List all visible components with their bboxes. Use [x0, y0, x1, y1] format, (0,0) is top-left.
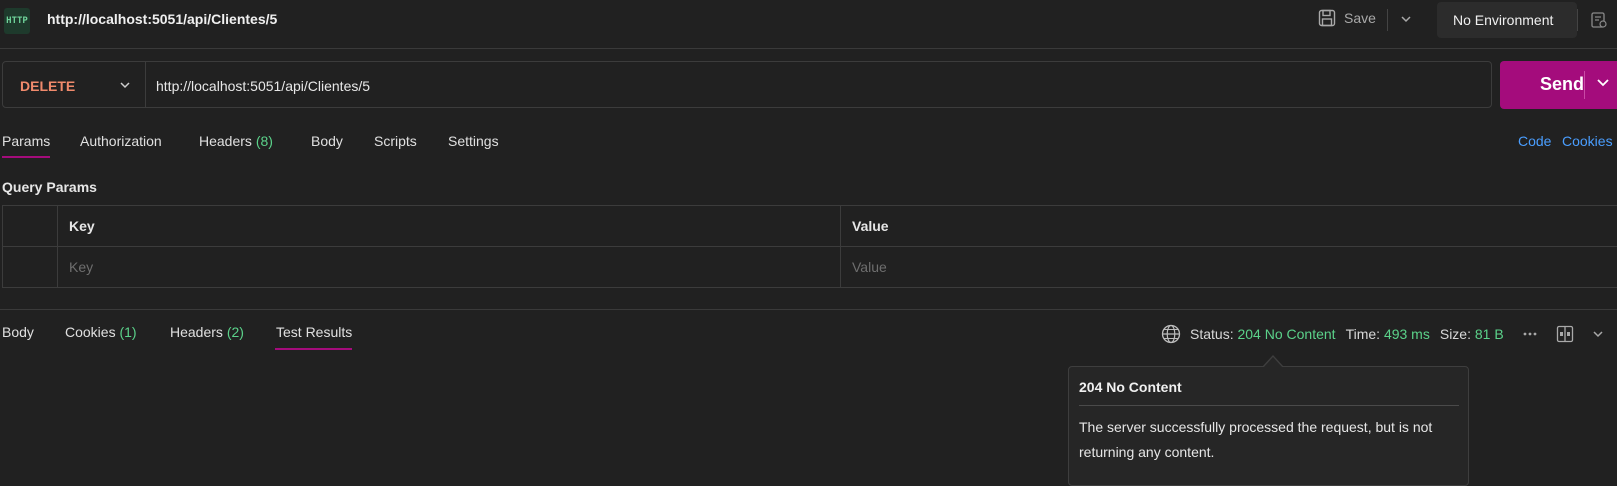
header-divider [0, 48, 1617, 49]
tab-scripts[interactable]: Scripts [374, 133, 417, 149]
url-input[interactable]: http://localhost:5051/api/Clientes/5 [156, 78, 370, 94]
active-response-tab-indicator [275, 348, 352, 350]
table-divider [2, 246, 1617, 247]
http-request-icon: HTTP [4, 8, 30, 34]
query-params-title: Query Params [2, 179, 97, 195]
save-button[interactable]: Save [1318, 9, 1376, 27]
response-tab-test-results[interactable]: Test Results [276, 324, 352, 340]
tooltip-arrow-fill [1263, 357, 1283, 368]
tab-headers[interactable]: Headers (8) [199, 133, 273, 149]
response-tab-cookies-label: Cookies [65, 324, 116, 340]
layout-toggle-icon[interactable] [1556, 325, 1574, 343]
tab-body[interactable]: Body [311, 133, 343, 149]
collapse-chevron-down-icon[interactable] [1592, 329, 1604, 339]
send-button[interactable]: Send [1500, 61, 1617, 109]
method-chevron-down-icon[interactable] [119, 80, 131, 90]
column-header-value: Value [852, 218, 889, 234]
method-selector[interactable]: DELETE [20, 78, 75, 94]
environment-selector[interactable]: No Environment [1437, 2, 1577, 38]
environment-label: No Environment [1453, 12, 1554, 28]
status-value[interactable]: 204 No Content [1237, 326, 1335, 342]
column-header-key: Key [69, 218, 95, 234]
table-divider [57, 205, 58, 288]
save-label: Save [1344, 10, 1376, 26]
tab-params[interactable]: Params [2, 133, 50, 149]
send-label: Send [1540, 74, 1585, 94]
more-options-icon[interactable] [1523, 331, 1537, 337]
response-tab-cookies[interactable]: Cookies (1) [65, 324, 137, 340]
tab-authorization[interactable]: Authorization [80, 133, 162, 149]
environment-quick-look-icon[interactable] [1590, 11, 1608, 29]
time-value[interactable]: 493 ms [1384, 326, 1430, 342]
active-tab-indicator [2, 156, 50, 158]
tooltip-title: 204 No Content [1079, 379, 1182, 395]
size-value[interactable]: 81 B [1475, 326, 1504, 342]
response-tab-headers[interactable]: Headers (2) [170, 324, 244, 340]
time-label: Time: [1345, 326, 1381, 342]
response-tab-cookies-count: (1) [119, 324, 137, 340]
response-tab-headers-count: (2) [226, 324, 244, 340]
response-tab-headers-label: Headers [170, 324, 223, 340]
key-input[interactable]: Key [69, 259, 93, 275]
response-tab-body[interactable]: Body [2, 324, 34, 340]
send-divider [1584, 71, 1585, 99]
cookies-link[interactable]: Cookies [1562, 133, 1613, 149]
save-icon [1318, 9, 1336, 27]
tab-headers-count: (8) [255, 133, 273, 149]
tooltip-divider [1079, 405, 1459, 406]
tab-headers-label: Headers [199, 133, 252, 149]
tab-settings[interactable]: Settings [448, 133, 499, 149]
table-divider [840, 205, 841, 288]
url-divider [145, 61, 146, 108]
send-options-chevron-down-icon[interactable] [1596, 77, 1610, 89]
status-label: Status: [1190, 326, 1234, 342]
request-title[interactable]: http://localhost:5051/api/Clientes/5 [47, 11, 277, 27]
save-options-chevron-down-icon[interactable] [1400, 14, 1412, 24]
response-status-bar: Status: 204 No Content Time: 493 ms Size… [1161, 324, 1604, 344]
value-input[interactable]: Value [852, 259, 887, 275]
divider [1387, 9, 1388, 31]
response-divider [0, 309, 1617, 310]
size-label: Size: [1439, 326, 1471, 342]
code-link[interactable]: Code [1518, 133, 1551, 149]
globe-icon[interactable] [1161, 324, 1181, 344]
tooltip-body: The server successfully processed the re… [1079, 419, 1433, 460]
status-tooltip: 204 No Content The server successfully p… [1068, 366, 1469, 486]
divider [1577, 9, 1578, 31]
